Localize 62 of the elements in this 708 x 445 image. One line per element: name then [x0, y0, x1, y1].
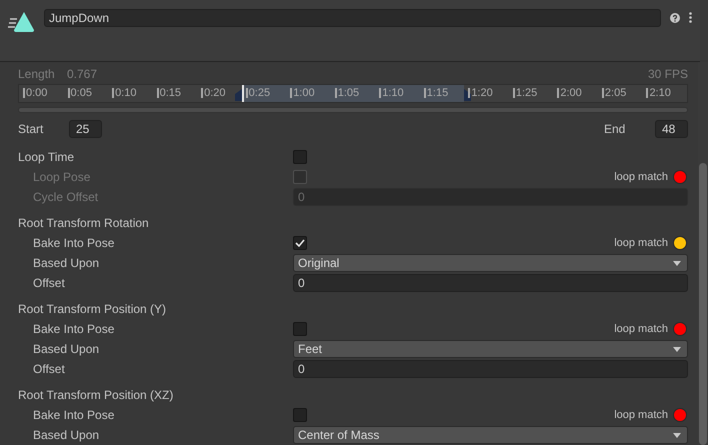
end-marker-icon[interactable]	[464, 88, 472, 101]
property-label: Bake Into Pose	[32, 408, 116, 422]
timeline[interactable]: 0:00 0:05 0:10 0:15 0:20 0:25 1:00 1:05 1:10 1:15 1:20 1:25 2:00 2:05 2:10	[18, 84, 688, 104]
caret-icon	[673, 346, 681, 352]
loop-match-label: loop match	[614, 323, 668, 335]
time-tick-label: 1:05	[334, 88, 360, 98]
checkbox[interactable]	[293, 150, 307, 164]
time-tick-label: 0:15	[156, 88, 182, 98]
scrollbar-thumb[interactable]	[699, 163, 707, 445]
loop-match-label: loop match	[614, 171, 668, 183]
start-label: Start	[18, 122, 44, 136]
time-tick-label: 0:00	[23, 88, 48, 98]
help-icon[interactable]	[670, 13, 680, 23]
checkbox[interactable]	[293, 236, 307, 250]
property-label: Cycle Offset	[32, 190, 100, 204]
time-tick-label: 1:15	[424, 88, 448, 98]
checkbox[interactable]	[293, 322, 307, 336]
property-label: Bake Into Pose	[32, 236, 116, 250]
time-tick-label: 0:10	[112, 88, 136, 98]
property-label: Offset	[32, 362, 66, 376]
horizontal-scrollbar[interactable]	[18, 107, 688, 114]
property-label: Offset	[32, 276, 66, 290]
loop-match-label: loop match	[614, 409, 668, 421]
checkbox[interactable]	[293, 408, 307, 422]
start-field[interactable]: 25	[69, 120, 102, 138]
property-label: Based Upon	[32, 428, 100, 442]
caret-icon	[673, 432, 681, 438]
time-tick-label: 0:25	[246, 88, 270, 98]
time-tick-label: 2:05	[602, 88, 626, 98]
time-tick-label: 1:20	[468, 88, 493, 98]
number-field[interactable]: 0	[293, 360, 688, 378]
end-field[interactable]: 48	[655, 120, 688, 138]
time-tick-label: 2:00	[557, 88, 582, 98]
time-tick-label: 2:10	[646, 88, 671, 98]
dropdown[interactable]: Original	[293, 254, 688, 272]
loop-match-label: loop match	[614, 237, 668, 249]
clip-name-field[interactable]: JumpDown	[44, 9, 661, 27]
property-label: Loop Pose	[32, 170, 92, 184]
animation-clip-icon	[8, 11, 35, 33]
number-field[interactable]: 0	[293, 274, 688, 292]
time-tick-label: 1:25	[512, 88, 538, 98]
end-label: End	[604, 122, 626, 136]
checkmark-icon	[295, 239, 305, 247]
property-label: Loop Time	[18, 150, 76, 164]
property-label: Based Upon	[32, 256, 100, 270]
property-label: Root Transform Rotation	[18, 216, 150, 230]
property-label: Root Transform Position (XZ)	[18, 388, 174, 402]
time-tick-label: 1:10	[379, 88, 404, 98]
dropdown[interactable]: Center of Mass	[293, 426, 688, 444]
fps-label: 30 FPS	[648, 67, 688, 82]
time-tick-label: 0:05	[68, 88, 92, 98]
caret-icon	[673, 260, 681, 266]
property-label: Based Upon	[32, 342, 100, 356]
menu-icon[interactable]	[689, 12, 692, 23]
time-tick-label: 0:20	[201, 88, 226, 98]
dropdown[interactable]: Feet	[293, 340, 688, 358]
property-label: Root Transform Position (Y)	[18, 302, 168, 316]
playhead[interactable]	[242, 84, 244, 102]
length-value: 0.767	[67, 67, 98, 82]
length-label: Length	[18, 67, 56, 82]
time-tick-label: 1:00	[290, 88, 315, 98]
property-label: Bake Into Pose	[32, 322, 116, 336]
